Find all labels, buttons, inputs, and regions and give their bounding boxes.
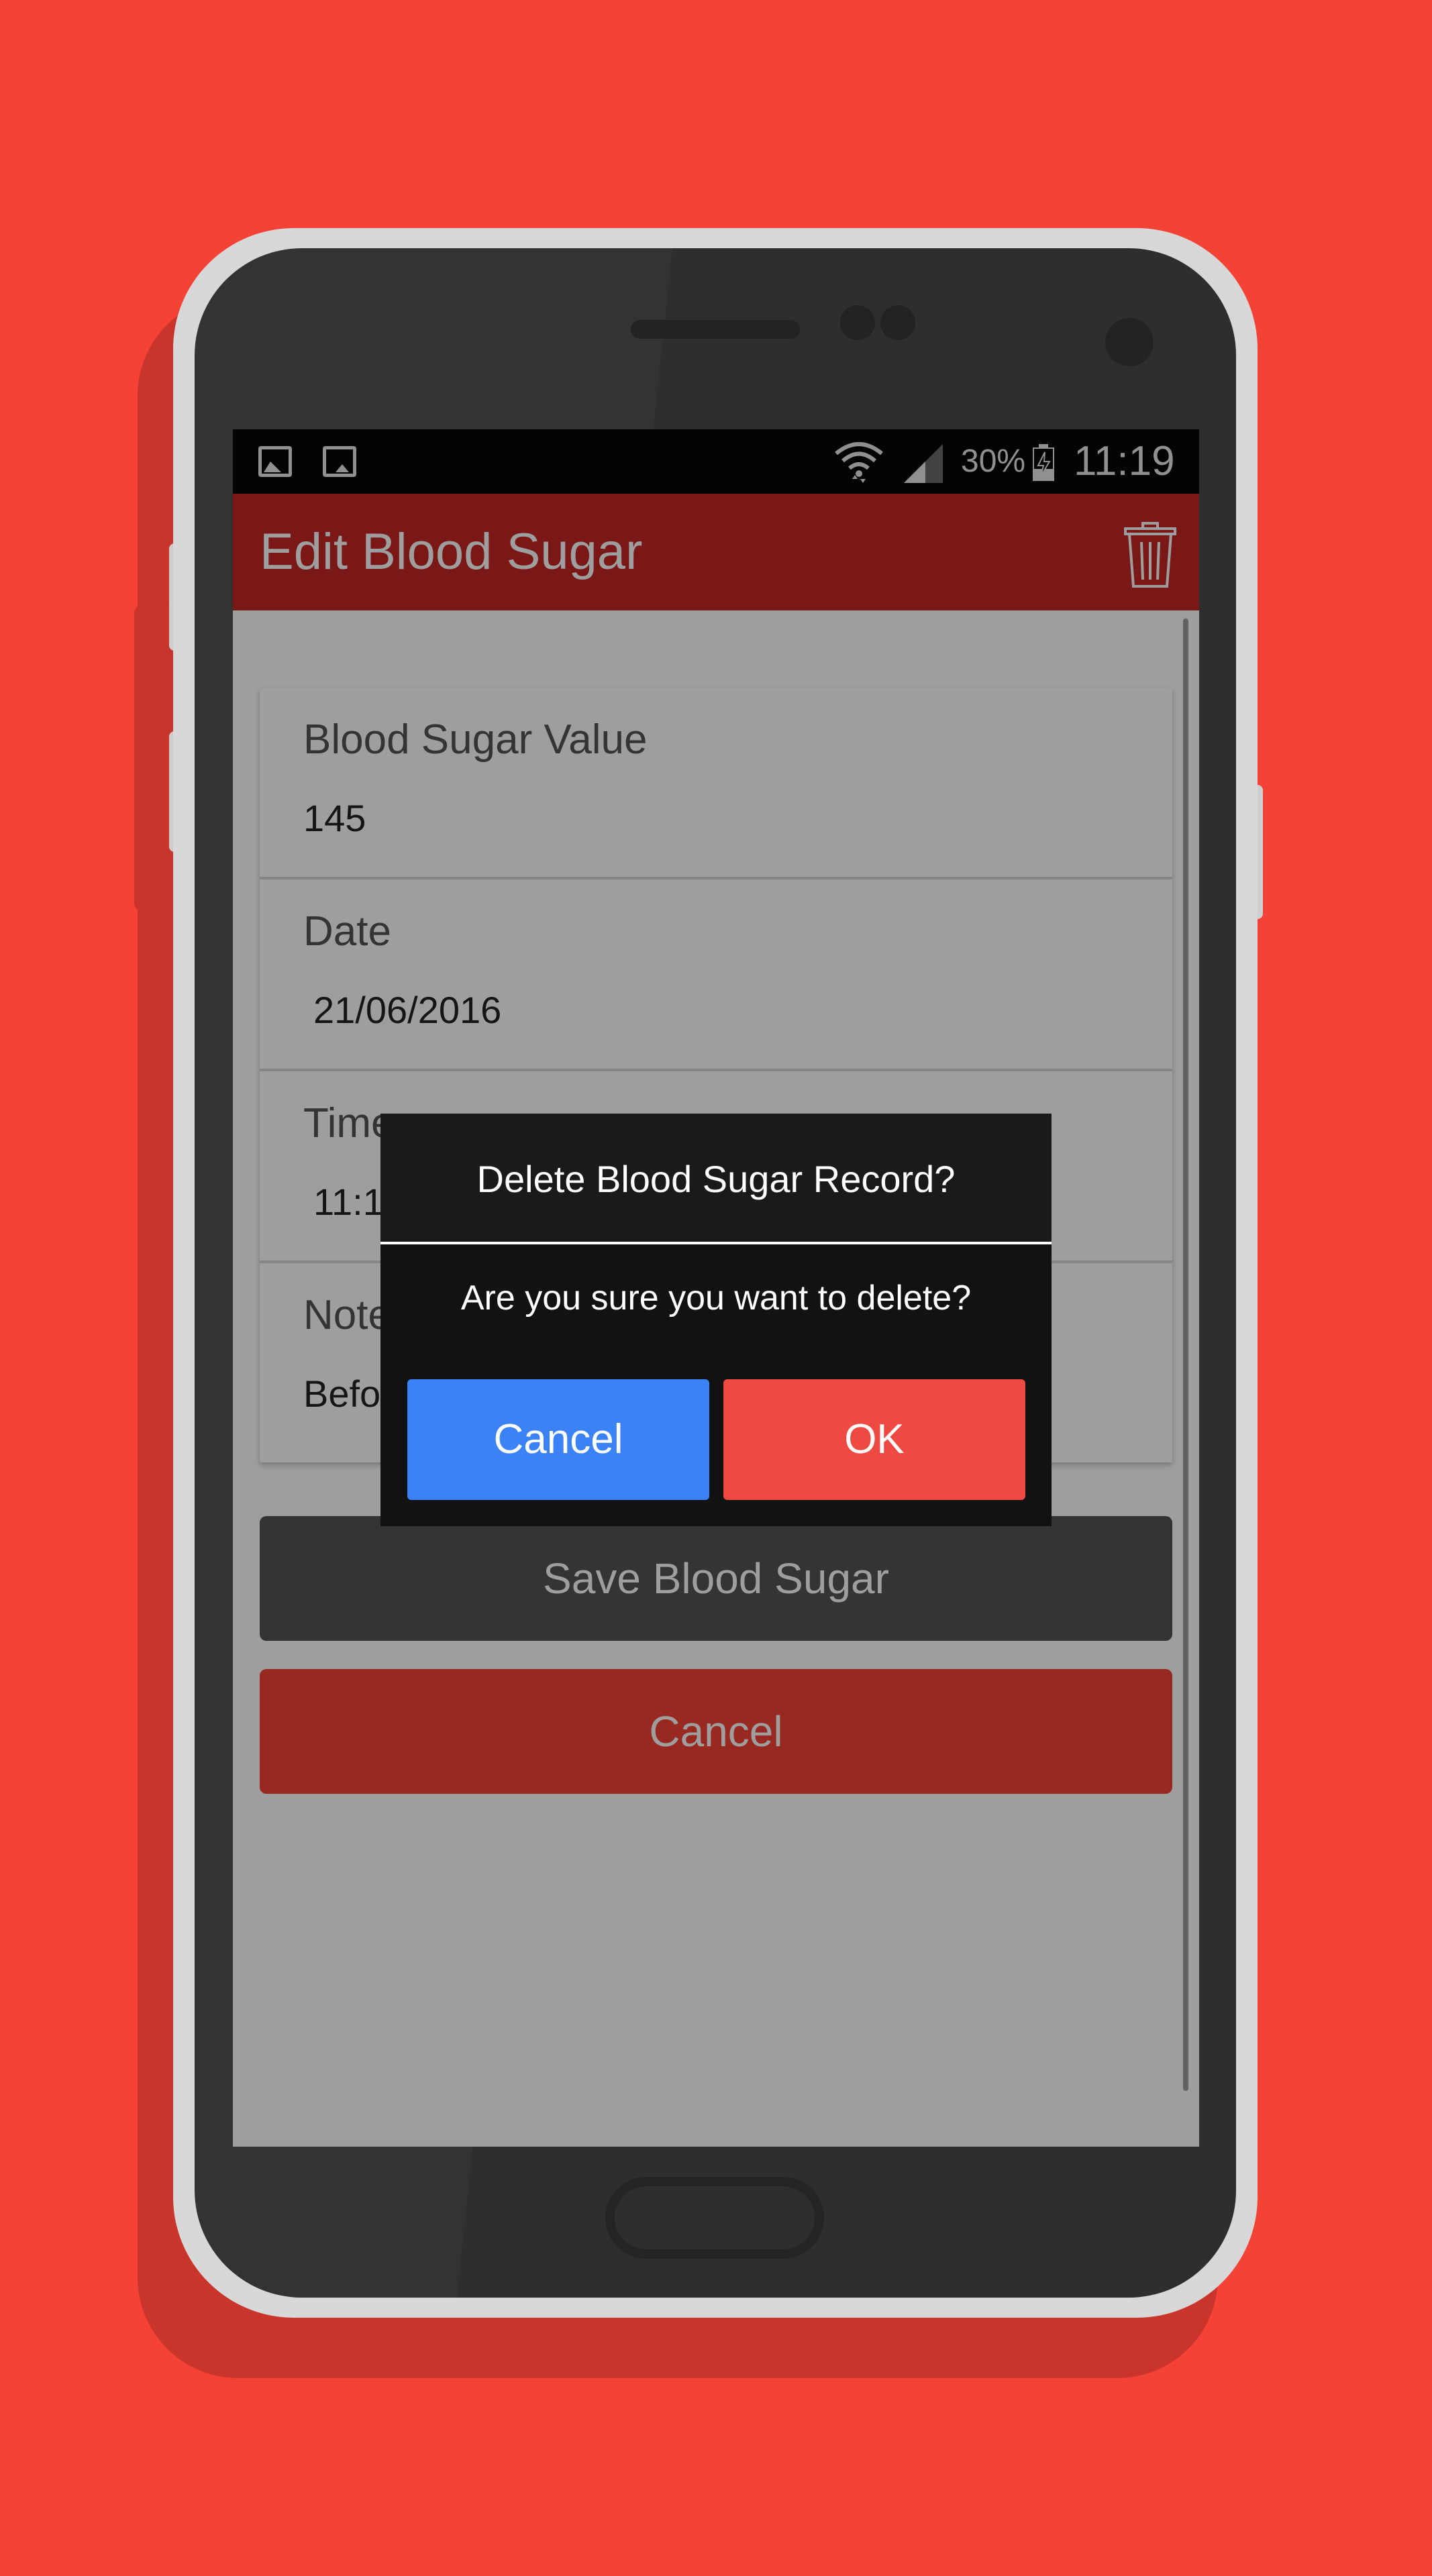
delete-dialog: Delete Blood Sugar Record? Are you sure … [380,1114,1052,1526]
earpiece-speaker [631,320,800,339]
home-button[interactable] [605,2177,824,2259]
phone-side-shadow [134,604,174,912]
proximity-sensor [840,305,875,340]
front-camera [1105,318,1154,366]
dialog-cancel-button[interactable]: Cancel [407,1379,709,1500]
dialog-title: Delete Blood Sugar Record? [380,1114,1052,1244]
light-sensor [880,305,915,340]
dialog-ok-button[interactable]: OK [723,1379,1025,1500]
dialog-message: Are you sure you want to delete? [460,1279,972,1318]
screen: 30% 11:19 Edit Blood Sugar Blood Sugar V… [233,429,1199,2147]
